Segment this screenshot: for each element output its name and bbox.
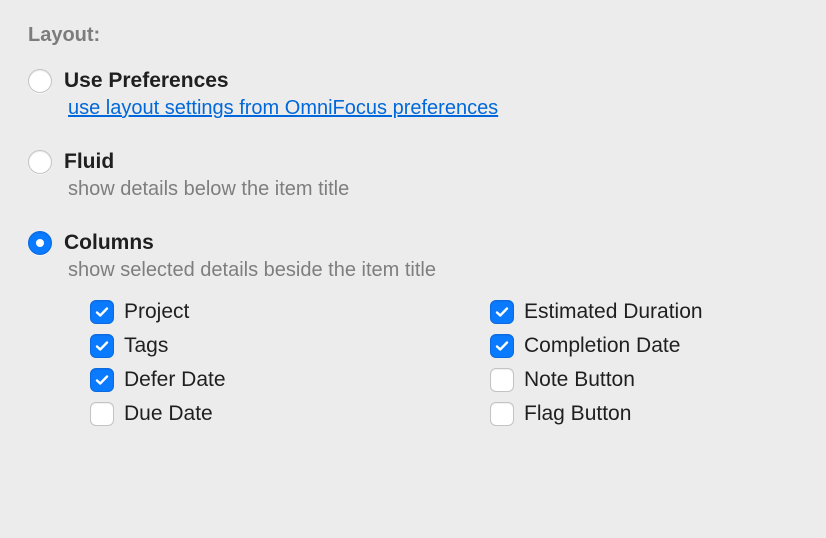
radio-use-preferences-label: Use Preferences bbox=[64, 69, 229, 93]
check-item-flag-button: Flag Button bbox=[490, 402, 798, 426]
option-use-preferences: Use Preferences use layout settings from… bbox=[28, 69, 798, 120]
checkbox-project-label: Project bbox=[124, 300, 189, 324]
checkbox-project[interactable] bbox=[90, 300, 114, 324]
check-item-defer-date: Defer Date bbox=[90, 368, 430, 392]
checkbox-defer-date-label: Defer Date bbox=[124, 368, 226, 392]
checkbox-note-button[interactable] bbox=[490, 368, 514, 392]
checkbox-completion-date-label: Completion Date bbox=[524, 334, 680, 358]
checkbox-estimated-duration[interactable] bbox=[490, 300, 514, 324]
radio-columns-label: Columns bbox=[64, 231, 154, 255]
radio-fluid-label: Fluid bbox=[64, 150, 114, 174]
check-icon bbox=[94, 338, 110, 354]
checkbox-defer-date[interactable] bbox=[90, 368, 114, 392]
checkbox-estimated-duration-label: Estimated Duration bbox=[524, 300, 703, 324]
check-item-due-date: Due Date bbox=[90, 402, 430, 426]
check-icon bbox=[94, 304, 110, 320]
radio-columns-description: show selected details beside the item ti… bbox=[68, 259, 798, 282]
checkbox-tags-label: Tags bbox=[124, 334, 168, 358]
check-icon bbox=[94, 372, 110, 388]
columns-checkbox-grid: Project Estimated Duration Tags Completi… bbox=[90, 300, 798, 426]
option-columns: Columns show selected details beside the… bbox=[28, 231, 798, 426]
checkbox-completion-date[interactable] bbox=[490, 334, 514, 358]
check-item-project: Project bbox=[90, 300, 430, 324]
check-item-estimated-duration: Estimated Duration bbox=[490, 300, 798, 324]
layout-section-header: Layout: bbox=[28, 24, 798, 47]
checkbox-flag-button[interactable] bbox=[490, 402, 514, 426]
checkbox-tags[interactable] bbox=[90, 334, 114, 358]
checkbox-due-date[interactable] bbox=[90, 402, 114, 426]
checkbox-due-date-label: Due Date bbox=[124, 402, 213, 426]
radio-fluid-description: show details below the item title bbox=[68, 178, 798, 201]
radio-columns[interactable] bbox=[28, 231, 52, 255]
radio-fluid[interactable] bbox=[28, 150, 52, 174]
radio-use-preferences[interactable] bbox=[28, 69, 52, 93]
check-item-note-button: Note Button bbox=[490, 368, 798, 392]
option-fluid: Fluid show details below the item title bbox=[28, 150, 798, 201]
check-icon bbox=[494, 304, 510, 320]
check-item-tags: Tags bbox=[90, 334, 430, 358]
check-icon bbox=[494, 338, 510, 354]
checkbox-note-button-label: Note Button bbox=[524, 368, 635, 392]
use-preferences-link[interactable]: use layout settings from OmniFocus prefe… bbox=[68, 97, 498, 120]
checkbox-flag-button-label: Flag Button bbox=[524, 402, 631, 426]
check-item-completion-date: Completion Date bbox=[490, 334, 798, 358]
